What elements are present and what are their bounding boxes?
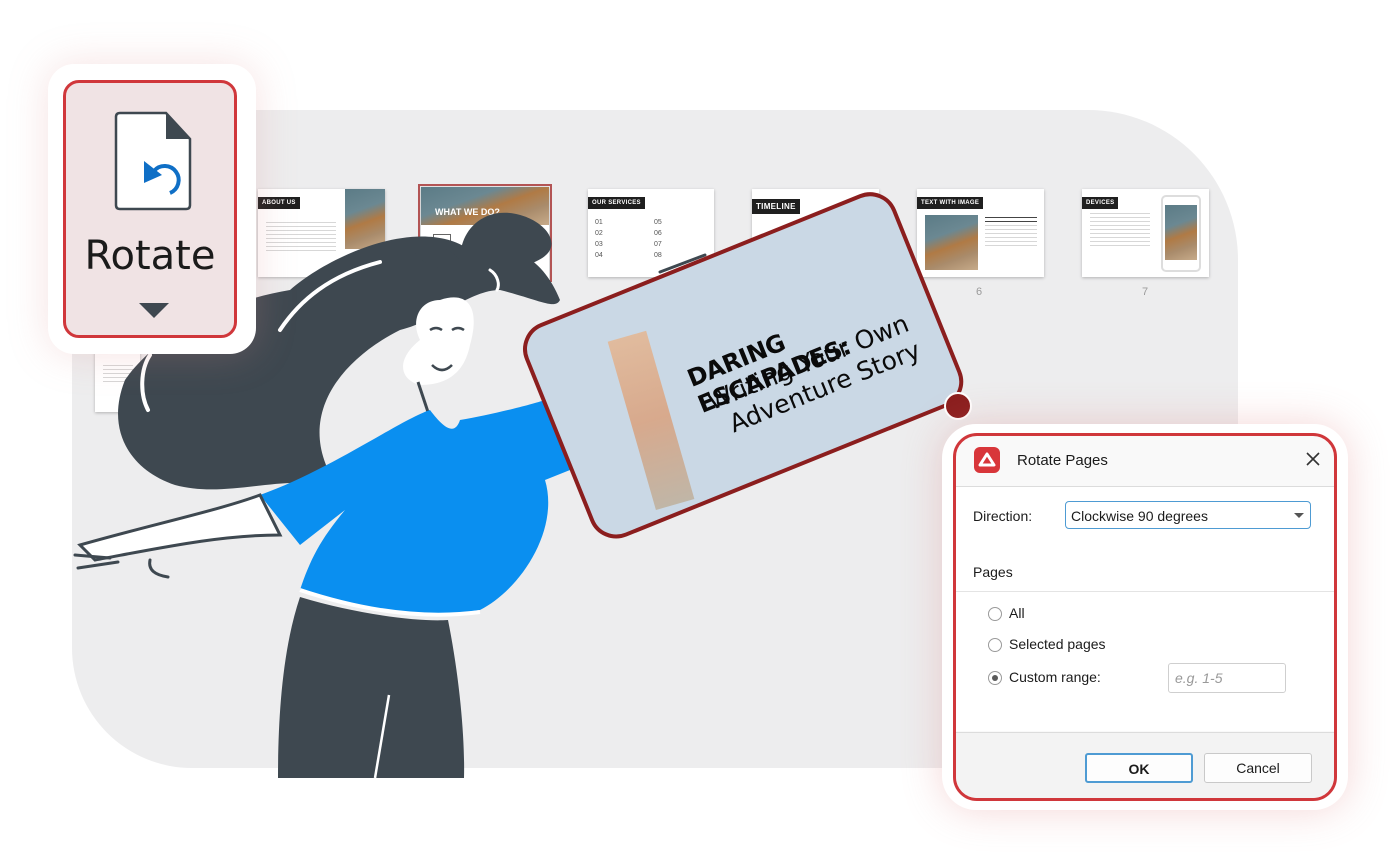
- arm-back: [73, 493, 283, 579]
- direction-label: Direction:: [973, 508, 1033, 524]
- radio-label: All: [1009, 605, 1025, 621]
- close-icon[interactable]: [1302, 448, 1324, 470]
- document-rotate-icon: [114, 111, 192, 211]
- rotate-button[interactable]: Rotate: [63, 80, 237, 338]
- radio-button[interactable]: [988, 607, 1002, 621]
- ok-button[interactable]: OK: [1085, 753, 1193, 783]
- cancel-button[interactable]: Cancel: [1204, 753, 1312, 783]
- dialog-body: Direction: Clockwise 90 degrees Pages Al…: [956, 487, 1334, 731]
- chevron-down-icon: [1294, 513, 1304, 518]
- pages-section-label: Pages: [973, 564, 1013, 580]
- dialog-footer: OK Cancel: [956, 732, 1334, 798]
- divider: [956, 591, 1334, 592]
- caret-down-icon[interactable]: [139, 303, 169, 318]
- rotate-handle[interactable]: [944, 392, 972, 420]
- rotate-pages-dialog: Rotate Pages Direction: Clockwise 90 deg…: [953, 433, 1337, 801]
- dialog-title: Rotate Pages: [1017, 452, 1108, 469]
- dialog-header: Rotate Pages: [956, 436, 1334, 487]
- radio-label: Custom range:: [1009, 669, 1101, 685]
- pants: [278, 597, 465, 779]
- radio-label: Selected pages: [1009, 636, 1106, 652]
- direction-dropdown[interactable]: Clockwise 90 degrees: [1065, 501, 1311, 529]
- direction-value: Clockwise 90 degrees: [1071, 508, 1208, 524]
- radio-button[interactable]: [988, 638, 1002, 652]
- custom-range-input[interactable]: [1168, 663, 1286, 693]
- map-image: [607, 330, 695, 510]
- rotate-label: Rotate: [84, 233, 216, 279]
- radio-button-checked[interactable]: [988, 671, 1002, 685]
- app-logo-icon: [974, 447, 1000, 473]
